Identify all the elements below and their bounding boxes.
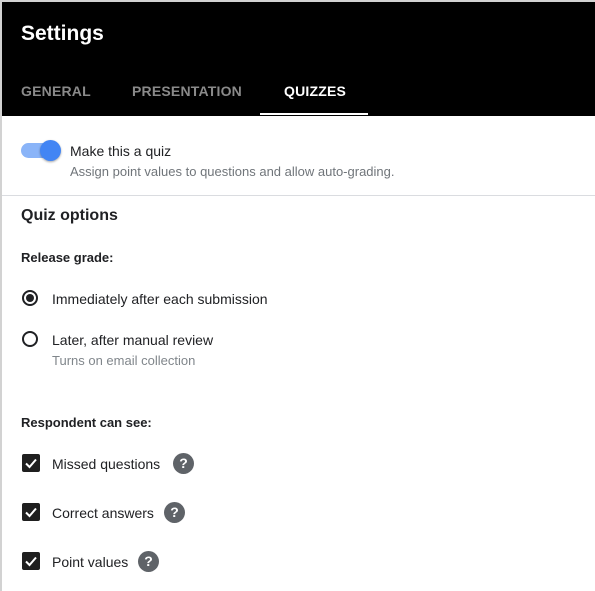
- correct-answers-help-icon[interactable]: ?: [164, 502, 185, 523]
- settings-header: Settings GENERAL PRESENTATION QUIZZES: [2, 2, 595, 116]
- release-later-label[interactable]: Later, after manual review: [52, 332, 213, 348]
- page-title: Settings: [21, 22, 104, 45]
- release-later-description: Turns on email collection: [52, 353, 196, 368]
- tab-quizzes[interactable]: QUIZZES: [284, 83, 346, 99]
- point-values-help-icon[interactable]: ?: [138, 551, 159, 572]
- release-grade-title: Release grade:: [21, 250, 114, 265]
- radio-immediately[interactable]: [22, 290, 38, 306]
- toggle-knob[interactable]: [40, 140, 61, 161]
- tab-presentation[interactable]: PRESENTATION: [132, 83, 242, 99]
- make-quiz-description: Assign point values to questions and all…: [70, 164, 395, 179]
- missed-questions-label[interactable]: Missed questions: [52, 456, 160, 472]
- make-quiz-label: Make this a quiz: [70, 143, 172, 159]
- tab-general[interactable]: GENERAL: [21, 83, 91, 99]
- missed-questions-checkbox[interactable]: [22, 454, 40, 472]
- check-icon: [25, 556, 37, 567]
- divider: [2, 195, 595, 196]
- check-icon: [25, 458, 37, 469]
- correct-answers-checkbox[interactable]: [22, 503, 40, 521]
- correct-answers-label[interactable]: Correct answers: [52, 505, 154, 521]
- check-icon: [25, 507, 37, 518]
- quiz-options-title: Quiz options: [21, 207, 118, 224]
- point-values-label[interactable]: Point values: [52, 554, 128, 570]
- release-immediately-label[interactable]: Immediately after each submission: [52, 291, 268, 307]
- active-tab-indicator: [260, 113, 368, 115]
- radio-later[interactable]: [22, 331, 38, 347]
- respondent-can-see-title: Respondent can see:: [21, 415, 152, 430]
- point-values-checkbox[interactable]: [22, 552, 40, 570]
- missed-questions-help-icon[interactable]: ?: [173, 453, 194, 474]
